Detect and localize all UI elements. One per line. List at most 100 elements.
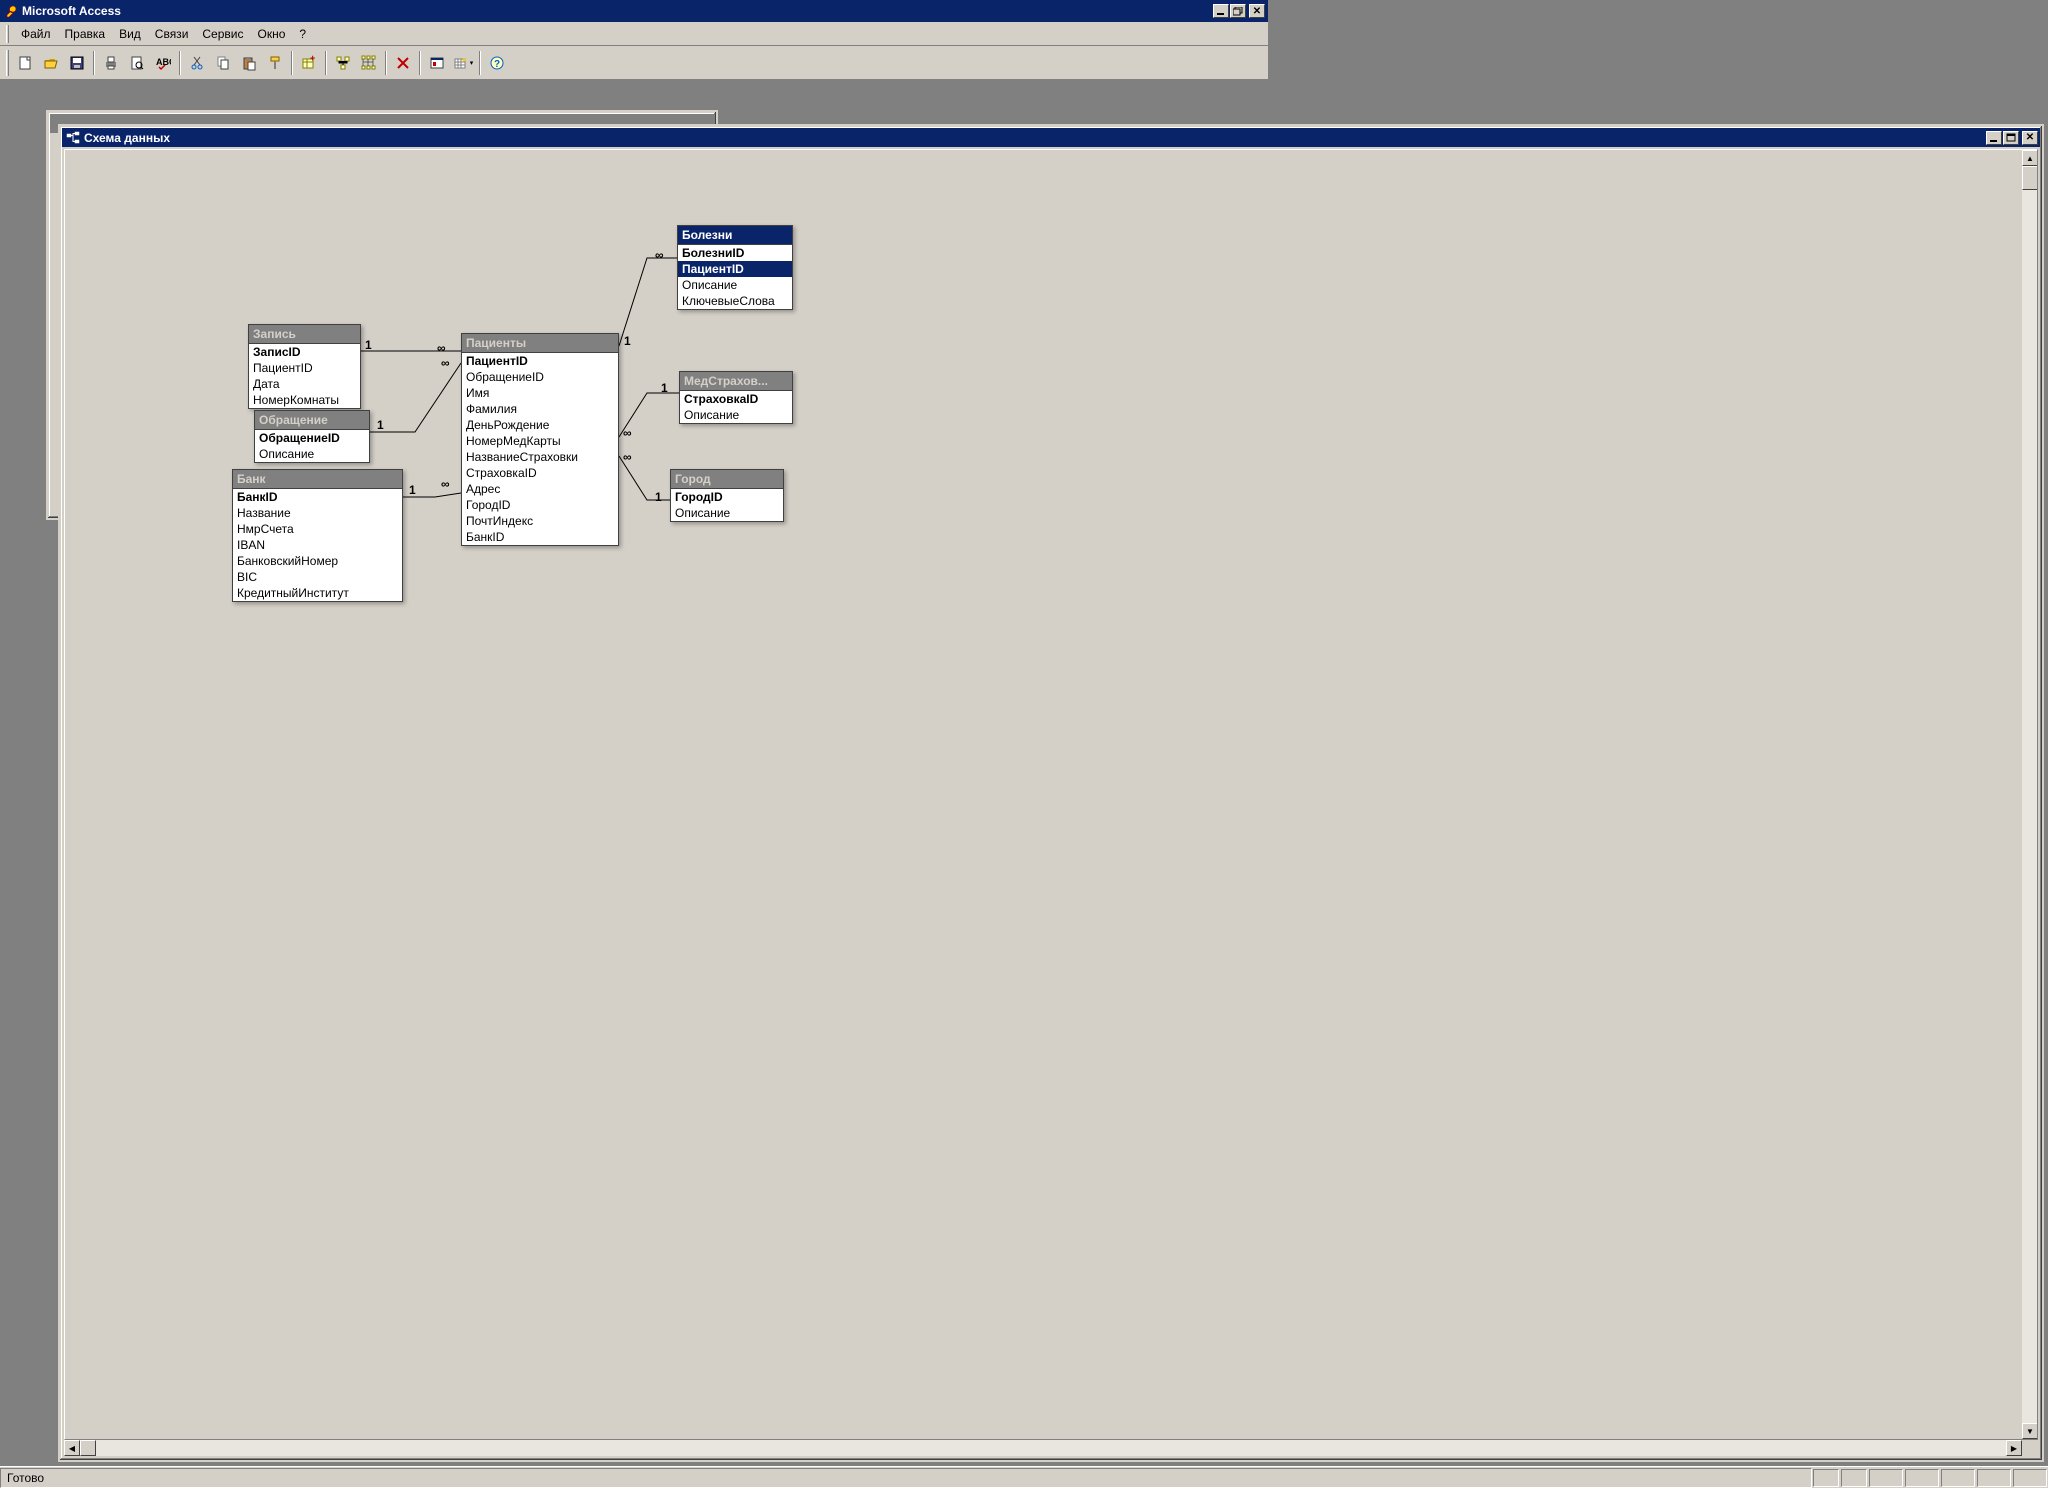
delete-button[interactable] bbox=[391, 51, 415, 75]
table-title[interactable]: Обращение bbox=[255, 411, 369, 430]
card-one: 1 bbox=[365, 338, 372, 352]
spelling-button[interactable]: ABC bbox=[151, 51, 175, 75]
table-field[interactable]: КлючевыеСлова bbox=[678, 293, 792, 309]
scroll-right-button[interactable]: ▶ bbox=[2006, 1440, 2022, 1456]
table-title[interactable]: Пациенты bbox=[462, 334, 618, 353]
table-field[interactable]: СтраховкаID bbox=[680, 391, 792, 407]
menu-edit[interactable]: Правка bbox=[59, 25, 112, 43]
copy-button[interactable] bbox=[211, 51, 235, 75]
table-field[interactable]: BIC bbox=[233, 569, 402, 585]
svg-text:?: ? bbox=[494, 59, 500, 70]
table-field[interactable]: ПочтИндекс bbox=[462, 513, 618, 529]
svg-text:+: + bbox=[310, 55, 315, 63]
table-field[interactable]: Фамилия bbox=[462, 401, 618, 417]
child-title: Схема данных bbox=[84, 131, 170, 145]
schema-child-window: Схема данных ✕ bbox=[58, 124, 2044, 1462]
menu-file[interactable]: Файл bbox=[15, 25, 57, 43]
table-field[interactable]: ДеньРождение bbox=[462, 417, 618, 433]
table-field[interactable]: ГородID bbox=[462, 497, 618, 513]
menu-relations[interactable]: Связи bbox=[149, 25, 195, 43]
show-all-button[interactable] bbox=[357, 51, 381, 75]
child-maximize-button[interactable] bbox=[2003, 131, 2019, 145]
add-table-button[interactable]: + bbox=[297, 51, 321, 75]
new-object-button[interactable]: ▾ bbox=[451, 51, 475, 75]
menu-service[interactable]: Сервис bbox=[196, 25, 249, 43]
open-button[interactable] bbox=[39, 51, 63, 75]
menu-window[interactable]: Окно bbox=[251, 25, 291, 43]
menubar-grip[interactable] bbox=[6, 25, 9, 43]
show-direct-button[interactable] bbox=[331, 51, 355, 75]
table-title[interactable]: МедСтрахов... bbox=[680, 372, 792, 391]
new-button[interactable] bbox=[13, 51, 37, 75]
table-medstrah[interactable]: МедСтрахов... СтраховкаID Описание bbox=[679, 371, 793, 424]
card-many: ∞ bbox=[437, 341, 446, 355]
table-zapis[interactable]: Запись ЗаписID ПациентID Дата НомерКомна… bbox=[248, 324, 361, 409]
table-title[interactable]: Болезни bbox=[678, 226, 792, 245]
child-minimize-button[interactable] bbox=[1986, 131, 2002, 145]
scroll-up-button[interactable]: ▲ bbox=[2022, 150, 2038, 166]
app-titlebar: Microsoft Access ✕ bbox=[0, 0, 1268, 22]
cut-button[interactable] bbox=[185, 51, 209, 75]
table-field[interactable]: Имя bbox=[462, 385, 618, 401]
table-field[interactable]: ГородID bbox=[671, 489, 783, 505]
paste-button[interactable] bbox=[237, 51, 261, 75]
print-button[interactable] bbox=[99, 51, 123, 75]
table-field-selected[interactable]: ПациентID bbox=[678, 261, 792, 277]
table-gorod[interactable]: Город ГородID Описание bbox=[670, 469, 784, 522]
table-field[interactable]: БолезниID bbox=[678, 245, 792, 261]
scroll-thumb-h[interactable] bbox=[80, 1440, 96, 1456]
child-titlebar[interactable]: Схема данных ✕ bbox=[62, 128, 2040, 147]
table-title[interactable]: Запись bbox=[249, 325, 360, 344]
scroll-thumb[interactable] bbox=[2022, 166, 2038, 190]
print-preview-button[interactable] bbox=[125, 51, 149, 75]
menu-help[interactable]: ? bbox=[293, 25, 312, 43]
toolbar-grip[interactable] bbox=[6, 50, 9, 76]
table-field[interactable]: Описание bbox=[671, 505, 783, 521]
horizontal-scrollbar[interactable]: ◀ ▶ bbox=[64, 1440, 2038, 1456]
table-field[interactable]: ПациентID bbox=[462, 353, 618, 369]
table-field[interactable]: НазваниеСтраховки bbox=[462, 449, 618, 465]
table-title[interactable]: Город bbox=[671, 470, 783, 489]
table-field[interactable]: Дата bbox=[249, 376, 360, 392]
child-close-button[interactable]: ✕ bbox=[2022, 131, 2038, 145]
scroll-down-button[interactable]: ▼ bbox=[2022, 1423, 2038, 1439]
scroll-left-button[interactable]: ◀ bbox=[64, 1440, 80, 1456]
table-field[interactable]: БанковскийНомер bbox=[233, 553, 402, 569]
table-bolezni[interactable]: Болезни БолезниID ПациентID Описание Клю… bbox=[677, 225, 793, 310]
save-button[interactable] bbox=[65, 51, 89, 75]
access-key-icon bbox=[4, 4, 18, 18]
card-many: ∞ bbox=[655, 248, 664, 262]
minimize-button[interactable] bbox=[1213, 4, 1229, 18]
table-field[interactable]: Описание bbox=[678, 277, 792, 293]
close-button[interactable]: ✕ bbox=[1249, 4, 1265, 18]
table-field[interactable]: БанкID bbox=[233, 489, 402, 505]
canvas-area: 1 ∞ 1 ∞ 1 ∞ 1 ∞ ∞ 1 ∞ 1 Запись ЗаписID П… bbox=[64, 149, 2038, 1440]
table-field[interactable]: ЗаписID bbox=[249, 344, 360, 360]
table-field[interactable]: Адрес bbox=[462, 481, 618, 497]
help-button[interactable]: ? bbox=[485, 51, 509, 75]
table-field[interactable]: Описание bbox=[255, 446, 369, 462]
format-painter-button[interactable] bbox=[263, 51, 287, 75]
table-obrashenie[interactable]: Обращение ОбращениеID Описание bbox=[254, 410, 370, 463]
table-title[interactable]: Банк bbox=[233, 470, 402, 489]
vertical-scrollbar[interactable]: ▲ ▼ bbox=[2021, 150, 2037, 1439]
table-bank[interactable]: Банк БанкID Название НмрСчета IBAN Банко… bbox=[232, 469, 403, 602]
table-field[interactable]: КредитныйИнститут bbox=[233, 585, 402, 601]
table-field[interactable]: БанкID bbox=[462, 529, 618, 545]
table-field[interactable]: ПациентID bbox=[249, 360, 360, 376]
card-one: 1 bbox=[624, 334, 631, 348]
table-field[interactable]: IBAN bbox=[233, 537, 402, 553]
table-field[interactable]: НомерКомнаты bbox=[249, 392, 360, 408]
table-field[interactable]: ОбращениеID bbox=[462, 369, 618, 385]
table-field[interactable]: Название bbox=[233, 505, 402, 521]
relationship-canvas[interactable]: 1 ∞ 1 ∞ 1 ∞ 1 ∞ ∞ 1 ∞ 1 Запись ЗаписID П… bbox=[65, 150, 2021, 1439]
table-field[interactable]: НмрСчета bbox=[233, 521, 402, 537]
table-field[interactable]: Описание bbox=[680, 407, 792, 423]
database-window-button[interactable] bbox=[425, 51, 449, 75]
menu-view[interactable]: Вид bbox=[113, 25, 147, 43]
table-field[interactable]: НомерМедКарты bbox=[462, 433, 618, 449]
table-field[interactable]: ОбращениеID bbox=[255, 430, 369, 446]
table-field[interactable]: СтраховкаID bbox=[462, 465, 618, 481]
table-patsienty[interactable]: Пациенты ПациентID ОбращениеID Имя Фамил… bbox=[461, 333, 619, 546]
restore-button[interactable] bbox=[1230, 4, 1246, 18]
